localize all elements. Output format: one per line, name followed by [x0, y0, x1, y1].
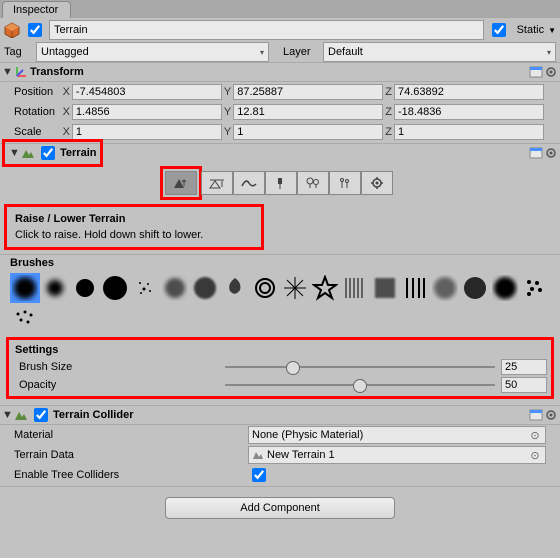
terrain-foldout-icon[interactable]: ▼ [9, 147, 19, 159]
position-label: Position [14, 86, 61, 98]
rotation-z-input[interactable] [394, 104, 544, 120]
material-value: None (Physic Material) [252, 429, 363, 441]
scale-z-input[interactable] [394, 124, 544, 140]
collider-help-icon[interactable] [529, 408, 543, 422]
highlight-tool-hint: Raise / Lower Terrain Click to raise. Ho… [4, 204, 264, 250]
brushes-label: Brushes [0, 254, 560, 271]
settings-label: Settings [13, 342, 547, 358]
scale-y-input[interactable] [233, 124, 383, 140]
layer-dropdown[interactable]: Default▾ [323, 42, 556, 62]
terrain-enabled-checkbox[interactable] [41, 146, 55, 160]
brush-item[interactable] [250, 273, 280, 303]
brush-size-slider[interactable] [225, 366, 495, 368]
brush-item[interactable] [10, 273, 40, 303]
opacity-slider[interactable] [225, 384, 495, 386]
transform-foldout-icon[interactable]: ▼ [2, 66, 12, 78]
terrain-data-value: New Terrain 1 [267, 449, 335, 461]
layer-value: Default [328, 46, 363, 58]
brush-size-input[interactable] [501, 359, 547, 375]
rotation-label: Rotation [14, 106, 61, 118]
tool-paint-details[interactable] [329, 171, 361, 195]
axis-z-label: Z [385, 86, 392, 98]
rotation-y-input[interactable] [233, 104, 383, 120]
position-y-input[interactable] [233, 84, 383, 100]
transform-help-icon[interactable] [529, 65, 543, 79]
terrain-help-icon[interactable] [529, 146, 543, 160]
terrain-title: Terrain [60, 147, 96, 159]
object-picker-icon[interactable]: ⊙ [528, 429, 542, 442]
static-checkbox[interactable] [492, 23, 506, 37]
highlight-raise-lower-tool [160, 166, 202, 200]
brush-item[interactable] [160, 273, 190, 303]
transform-gear-icon[interactable] [544, 65, 558, 79]
axis-y-label: Y [224, 86, 231, 98]
brush-item[interactable] [10, 303, 40, 333]
brush-item[interactable] [370, 273, 400, 303]
tool-smooth-height[interactable] [233, 171, 265, 195]
transform-icon [14, 65, 28, 79]
brush-item[interactable] [70, 273, 100, 303]
gameobject-active-checkbox[interactable] [28, 23, 42, 37]
terrain-data-icon [252, 449, 264, 461]
tool-place-trees[interactable] [297, 171, 329, 195]
tag-label: Tag [4, 46, 30, 58]
object-picker-icon[interactable]: ⊙ [528, 449, 542, 462]
highlight-terrain-header: ▼ Terrain [2, 139, 103, 167]
highlight-settings: Settings Brush Size Opacity [6, 337, 554, 399]
opacity-label: Opacity [13, 379, 219, 391]
tool-raise-lower[interactable] [165, 171, 197, 195]
terrain-collider-icon [14, 408, 28, 422]
brush-item[interactable] [220, 273, 250, 303]
tag-dropdown[interactable]: Untagged▾ [36, 42, 269, 62]
scale-label: Scale [14, 126, 61, 138]
material-label: Material [14, 429, 244, 441]
tab-inspector[interactable]: Inspector [2, 1, 71, 18]
rotation-x-input[interactable] [72, 104, 222, 120]
gameobject-icon [4, 22, 20, 38]
brush-item[interactable] [100, 273, 130, 303]
tool-hint-title: Raise / Lower Terrain [15, 213, 253, 225]
opacity-input[interactable] [501, 377, 547, 393]
terrain-gear-icon[interactable] [544, 146, 558, 160]
brush-item[interactable] [280, 273, 310, 303]
terrain-data-field[interactable]: New Terrain 1 ⊙ [248, 446, 546, 464]
brush-item[interactable] [460, 273, 490, 303]
enable-tree-colliders-label: Enable Tree Colliders [14, 469, 244, 481]
terrain-data-label: Terrain Data [14, 449, 244, 461]
brush-item[interactable] [310, 273, 340, 303]
brush-item[interactable] [130, 273, 160, 303]
axis-x-label: X [63, 86, 70, 98]
collider-title: Terrain Collider [53, 409, 133, 421]
collider-gear-icon[interactable] [544, 408, 558, 422]
tool-paint-texture[interactable] [265, 171, 297, 195]
tag-value: Untagged [41, 46, 89, 58]
brush-item[interactable] [430, 273, 460, 303]
brush-item[interactable] [490, 273, 520, 303]
position-x-input[interactable] [72, 84, 222, 100]
static-dropdown-icon[interactable]: ▼ [548, 26, 556, 35]
brush-item[interactable] [400, 273, 430, 303]
scale-x-input[interactable] [72, 124, 222, 140]
add-component-button[interactable]: Add Component [165, 497, 395, 519]
transform-title: Transform [30, 66, 84, 78]
collider-foldout-icon[interactable]: ▼ [2, 409, 12, 421]
gameobject-name-input[interactable] [49, 20, 484, 40]
position-z-input[interactable] [394, 84, 544, 100]
terrain-icon [21, 146, 35, 160]
brush-item[interactable] [340, 273, 370, 303]
brush-grid [0, 271, 560, 335]
brush-item[interactable] [40, 273, 70, 303]
tool-terrain-settings[interactable] [361, 171, 393, 195]
brush-size-label: Brush Size [13, 361, 219, 373]
brush-item[interactable] [190, 273, 220, 303]
tool-paint-height[interactable] [201, 171, 233, 195]
collider-enabled-checkbox[interactable] [34, 408, 48, 422]
static-label: Static [517, 24, 545, 36]
enable-tree-colliders-checkbox[interactable] [252, 468, 266, 482]
tool-hint-body: Click to raise. Hold down shift to lower… [15, 229, 253, 241]
material-field[interactable]: None (Physic Material) ⊙ [248, 426, 546, 444]
layer-label: Layer [283, 46, 317, 58]
brush-item[interactable] [520, 273, 550, 303]
